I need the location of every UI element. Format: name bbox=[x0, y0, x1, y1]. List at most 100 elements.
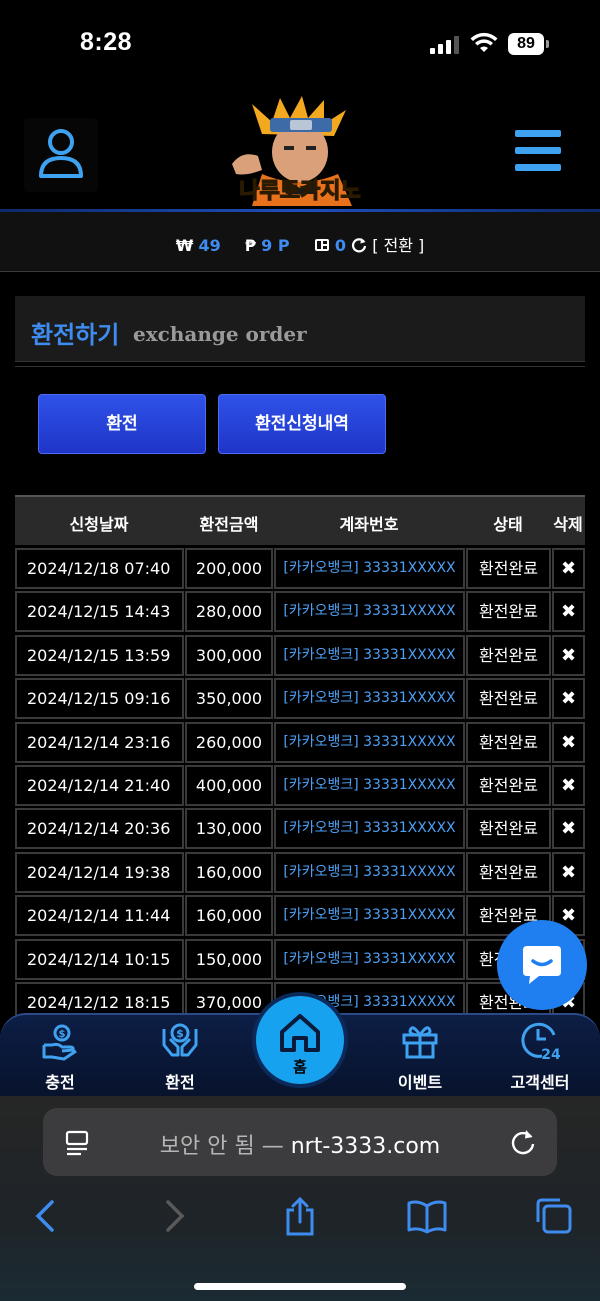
row-status: 환전완료 bbox=[466, 764, 551, 806]
row-status: 환전완료 bbox=[466, 721, 551, 763]
exchange-button[interactable]: 환전 bbox=[38, 394, 206, 454]
won-symbol: ₩ bbox=[175, 236, 194, 255]
switch-link[interactable]: [ 전환 ] bbox=[372, 236, 424, 255]
menu-icon bbox=[515, 130, 561, 137]
user-icon bbox=[39, 129, 83, 178]
support-24-icon: 24 bbox=[521, 1022, 560, 1061]
table-header: 신청날짜 환전금액 계좌번호 상태 삭제 bbox=[15, 495, 585, 545]
nav-event-label: 이벤트 bbox=[397, 1073, 443, 1092]
table-row: 2024/12/15 14:43 280,000 [카카오뱅크] 33331XXXX… bbox=[15, 590, 585, 633]
address-bar[interactable]: 보안 안 됨 — nrt-3333.com bbox=[43, 1108, 557, 1176]
battery-level: 89 bbox=[508, 33, 544, 55]
table-row: 2024/12/14 20:36 130,000 [카카오뱅크] 33331XXXX… bbox=[15, 807, 585, 850]
row-amount: 200,000 bbox=[185, 548, 273, 589]
status-time: 8:28 bbox=[80, 28, 133, 56]
row-date: 2024/12/15 14:43 bbox=[15, 591, 184, 633]
site-logo[interactable]: 나루토카지노 bbox=[222, 94, 378, 206]
row-delete-button[interactable]: ✖ bbox=[552, 808, 585, 850]
table-row: 2024/12/14 23:16 260,000 [카카오뱅크] 33331XXXX… bbox=[15, 721, 585, 764]
back-icon[interactable] bbox=[30, 1196, 60, 1236]
tabs-icon[interactable] bbox=[534, 1196, 574, 1236]
table-row: 2024/12/14 11:44 160,000 [카카오뱅크] 33331XXXX… bbox=[15, 894, 585, 937]
row-date: 2024/12/18 07:40 bbox=[15, 548, 184, 589]
row-status: 환전완료 bbox=[466, 851, 551, 893]
header-amount: 환전금액 bbox=[199, 515, 259, 534]
nav-support[interactable]: 24 고객센터 bbox=[490, 1021, 590, 1093]
home-indicator bbox=[194, 1283, 406, 1290]
row-account: [카카오뱅크] 33331XXXXX bbox=[274, 721, 465, 763]
row-delete-button[interactable]: ✖ bbox=[552, 764, 585, 806]
row-status: 환전완료 bbox=[466, 678, 551, 720]
row-date: 2024/12/14 19:38 bbox=[15, 851, 184, 893]
row-status: 환전완료 bbox=[466, 808, 551, 850]
row-account: [카카오뱅크] 33331XXXXX bbox=[274, 591, 465, 633]
row-amount: 160,000 bbox=[185, 851, 273, 893]
row-amount: 150,000 bbox=[185, 938, 273, 980]
row-delete-button[interactable]: ✖ bbox=[552, 851, 585, 893]
row-delete-button[interactable]: ✖ bbox=[552, 591, 585, 633]
row-account: [카카오뱅크] 33331XXXXX bbox=[274, 808, 465, 850]
reload-icon[interactable] bbox=[509, 1128, 537, 1156]
svg-text:$: $ bbox=[176, 1027, 184, 1040]
bookmarks-icon[interactable] bbox=[406, 1196, 448, 1236]
row-delete-button[interactable]: ✖ bbox=[552, 548, 585, 589]
row-delete-button[interactable]: ✖ bbox=[552, 721, 585, 763]
table-row: 2024/12/18 07:40 200,000 [카카오뱅크] 33331XXXX… bbox=[15, 547, 585, 590]
logo-text: 나루토카지노 bbox=[239, 179, 360, 204]
nav-deposit[interactable]: $ 충전 bbox=[10, 1021, 110, 1093]
share-icon[interactable] bbox=[282, 1196, 318, 1236]
point-balance: 9 P bbox=[261, 236, 290, 255]
table-row: 2024/12/15 13:59 300,000 [카카오뱅크] 33331XXXX… bbox=[15, 634, 585, 677]
menu-button[interactable] bbox=[512, 130, 564, 174]
row-account: [카카오뱅크] 33331XXXXX bbox=[274, 938, 465, 980]
refresh-icon[interactable] bbox=[351, 237, 367, 253]
row-delete-button[interactable]: ✖ bbox=[552, 678, 585, 720]
status-bar: 8:28 89 bbox=[0, 0, 600, 88]
insecure-label: 보안 안 됨 bbox=[159, 1134, 255, 1159]
browser-toolbar: 보안 안 됨 — nrt-3333.com bbox=[0, 1096, 600, 1301]
nav-home[interactable]: 홈 bbox=[252, 992, 348, 1088]
header-delete: 삭제 bbox=[553, 515, 583, 534]
svg-text:24: 24 bbox=[541, 1047, 560, 1061]
home-icon bbox=[280, 1014, 320, 1052]
gift-icon bbox=[402, 1026, 438, 1059]
nav-event[interactable]: 이벤트 bbox=[370, 1021, 470, 1093]
point-symbol: ₱ bbox=[244, 236, 257, 255]
row-date: 2024/12/14 11:44 bbox=[15, 895, 184, 937]
table-row: 2024/12/14 19:38 160,000 [카카오뱅크] 33331XXXX… bbox=[15, 851, 585, 894]
row-amount: 260,000 bbox=[185, 721, 273, 763]
forward-icon[interactable] bbox=[160, 1196, 190, 1236]
row-date: 2024/12/15 09:16 bbox=[15, 678, 184, 720]
row-amount: 350,000 bbox=[185, 678, 273, 720]
chip-balance: 0 bbox=[334, 236, 346, 255]
table-body: 2024/12/18 07:40 200,000 [카카오뱅크] 33331XXXX… bbox=[15, 547, 585, 1015]
header-status: 상태 bbox=[493, 515, 523, 534]
row-status: 환전완료 bbox=[466, 591, 551, 633]
nav-exchange-label: 환전 bbox=[165, 1073, 195, 1092]
chat-icon bbox=[523, 946, 561, 984]
chat-button[interactable] bbox=[497, 920, 587, 1010]
nav-support-label: 고객센터 bbox=[510, 1073, 570, 1092]
row-account: [카카오뱅크] 33331XXXXX bbox=[274, 895, 465, 937]
row-account: [카카오뱅크] 33331XXXXX bbox=[274, 764, 465, 806]
nav-home-label: 홈 bbox=[293, 1058, 307, 1076]
row-delete-button[interactable]: ✖ bbox=[552, 634, 585, 676]
page-subtitle: exchange order bbox=[133, 322, 307, 346]
balance-bar: ₩ 49 ₱ 9 P 0 [ 전환 ] bbox=[0, 212, 600, 272]
exchange-history-table: 신청날짜 환전금액 계좌번호 상태 삭제 2024/12/18 07:40 200… bbox=[15, 495, 585, 1015]
table-row: 2024/12/14 21:40 400,000 [카카오뱅크] 33331XXXX… bbox=[15, 764, 585, 807]
page-title: 환전하기 bbox=[31, 321, 120, 349]
user-button[interactable] bbox=[24, 118, 98, 192]
row-amount: 300,000 bbox=[185, 634, 273, 676]
site-header: 나루토카지노 bbox=[0, 88, 600, 210]
nav-exchange[interactable]: $ 환전 bbox=[130, 1021, 230, 1093]
header-account: 계좌번호 bbox=[339, 515, 399, 534]
table-row: 2024/12/15 09:16 350,000 [카카오뱅크] 33331XXXX… bbox=[15, 677, 585, 720]
url-text: 보안 안 됨 — nrt-3333.com bbox=[43, 1128, 557, 1160]
row-amount: 280,000 bbox=[185, 591, 273, 633]
deposit-icon: $ bbox=[42, 1024, 77, 1061]
exchange-history-button[interactable]: 환전신청내역 bbox=[218, 394, 386, 454]
nav-deposit-label: 충전 bbox=[45, 1073, 75, 1092]
row-date: 2024/12/14 10:15 bbox=[15, 938, 184, 980]
row-amount: 130,000 bbox=[185, 808, 273, 850]
